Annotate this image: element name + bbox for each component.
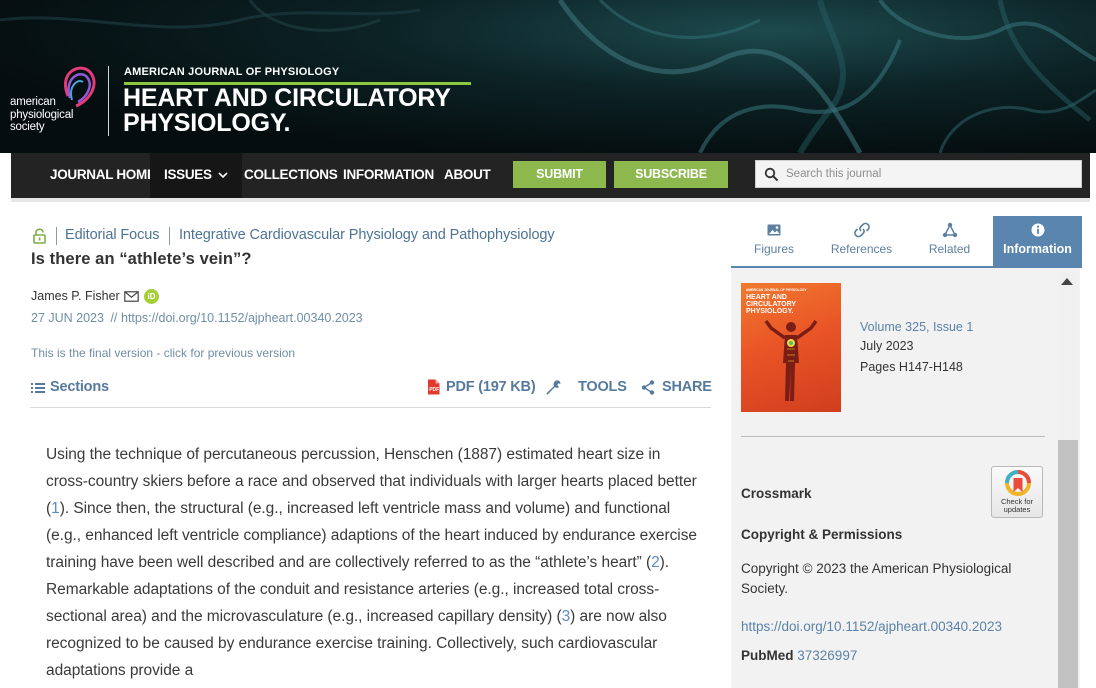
- sidebar-scroll-thumb[interactable]: [1058, 440, 1078, 688]
- sidebar-divider: [741, 436, 1045, 437]
- tab-figures[interactable]: Figures: [731, 216, 817, 267]
- list-icon[interactable]: [31, 382, 45, 394]
- nav-issues[interactable]: ISSUES: [150, 153, 243, 198]
- pdf-download-button[interactable]: PDF (197 KB): [446, 379, 536, 395]
- reference-link[interactable]: 3: [562, 608, 571, 625]
- mail-icon[interactable]: [124, 291, 139, 302]
- doi-link[interactable]: https://doi.org/10.1152/ajpheart.00340.2…: [121, 311, 363, 325]
- chevron-down-icon: [218, 172, 228, 179]
- tab-information-label: Information: [1003, 242, 1072, 256]
- main-nav: JOURNAL HOME ISSUES COLLECTIONS INFORMAT…: [11, 153, 1090, 198]
- nav-shadow-line: [11, 198, 1090, 202]
- body-text-segment: ). Since then, the structural (e.g., inc…: [46, 500, 697, 571]
- article-toolbar: Sections PDF PDF (197 KB) TOOLS SHARE: [30, 378, 712, 408]
- image-icon: [767, 224, 781, 236]
- issue-date: July 2023: [860, 339, 914, 353]
- page-range: Pages H147-H148: [860, 360, 963, 374]
- sidebar-tabs: Figures References Related Information: [731, 216, 1082, 267]
- journal-banner: american physiological society AMERICAN …: [0, 0, 1096, 153]
- aps-word-1: american: [10, 96, 56, 108]
- publication-date: 27 JUN 2023 //: [31, 311, 117, 325]
- info-icon: [1031, 223, 1044, 237]
- open-access-lock-icon: [33, 228, 46, 244]
- crossmark-icon: [1005, 470, 1031, 496]
- aps-wordmark: american physiological society: [10, 96, 73, 134]
- cover-figure-illustration: [764, 319, 818, 401]
- svg-text:PDF: PDF: [429, 387, 439, 393]
- nav-information[interactable]: INFORMATION: [343, 153, 434, 198]
- meta-separator: [56, 227, 57, 245]
- version-note-link[interactable]: This is the final version - click for pr…: [31, 346, 295, 360]
- share-button[interactable]: SHARE: [662, 379, 712, 395]
- tab-related[interactable]: Related: [906, 216, 993, 267]
- copyright-heading: Copyright & Permissions: [741, 527, 903, 542]
- aps-word-2: physiological: [10, 108, 74, 121]
- article-title: Is there an “athlete’s vein”?: [31, 250, 252, 268]
- date-doi-separator: //: [110, 311, 118, 325]
- sidebar-doi-link[interactable]: https://doi.org/10.1152/ajpheart.00340.2…: [741, 619, 1002, 634]
- nav-issues-label: ISSUES: [164, 167, 212, 182]
- orcid-icon[interactable]: iD: [144, 289, 159, 304]
- meta-separator: [169, 227, 170, 245]
- submit-button[interactable]: SUBMIT: [513, 161, 606, 188]
- publication-date-value: 27 JUN 2023: [31, 311, 104, 325]
- wrench-icon[interactable]: [545, 379, 562, 396]
- reference-link[interactable]: 1: [51, 500, 60, 517]
- article-type-link[interactable]: Editorial Focus: [65, 227, 160, 243]
- journal-title-line-2: PHYSIOLOGY.: [123, 109, 291, 137]
- subscribe-button[interactable]: SUBSCRIBE: [614, 161, 728, 188]
- tools-button[interactable]: TOOLS: [578, 379, 627, 395]
- scroll-up-arrow-icon[interactable]: [1061, 278, 1073, 285]
- link-icon: [853, 222, 870, 238]
- check-for-updates-button[interactable]: Check for updates: [991, 466, 1043, 518]
- journal-title[interactable]: HEART AND CIRCULATORY PHYSIOLOGY.: [123, 86, 451, 136]
- article-category-link[interactable]: Integrative Cardiovascular Physiology an…: [179, 227, 555, 243]
- volume-issue-link[interactable]: Volume 325, Issue 1: [860, 320, 973, 334]
- share-icon[interactable]: [641, 380, 655, 395]
- pdf-icon[interactable]: PDF: [427, 379, 440, 395]
- pubmed-line: PubMed 37326997: [741, 648, 857, 663]
- tab-information[interactable]: Information: [993, 216, 1082, 267]
- search-icon[interactable]: [764, 167, 779, 182]
- tab-related-label: Related: [928, 242, 971, 256]
- sections-button[interactable]: Sections: [50, 379, 109, 395]
- journal-subtitle: AMERICAN JOURNAL OF PHYSIOLOGY: [124, 66, 340, 78]
- network-icon: [942, 222, 957, 238]
- tab-references[interactable]: References: [817, 216, 906, 267]
- tab-figures-label: Figures: [753, 242, 794, 256]
- pubmed-id-link[interactable]: 37326997: [797, 648, 857, 663]
- check-for-updates-label: Check for updates: [992, 498, 1042, 514]
- author-name[interactable]: James P. Fisher: [31, 289, 120, 303]
- journal-title-line-1: HEART AND CIRCULATORY: [123, 84, 451, 112]
- issue-cover-image[interactable]: AMERICAN JOURNAL OF PHYSIOLOGY HEART AND…: [741, 283, 841, 412]
- nav-about[interactable]: ABOUT: [444, 153, 491, 198]
- crossmark-heading: Crossmark: [741, 486, 812, 501]
- nav-collections[interactable]: COLLECTIONS: [244, 153, 338, 198]
- pubmed-label: PubMed: [741, 648, 794, 663]
- tab-references-label: References: [830, 242, 893, 256]
- aps-word-3: society: [10, 121, 45, 133]
- reference-link[interactable]: 2: [651, 554, 660, 571]
- article-body-paragraph: Using the technique of percutaneous perc…: [46, 441, 701, 684]
- check-line-2: updates: [1003, 505, 1031, 514]
- search-box: [755, 160, 1082, 188]
- search-input[interactable]: [786, 165, 1071, 183]
- nav-journal-home[interactable]: JOURNAL HOME: [50, 153, 156, 198]
- logo-divider: [108, 66, 109, 136]
- copyright-text: Copyright © 2023 the American Physiologi…: [741, 561, 1012, 596]
